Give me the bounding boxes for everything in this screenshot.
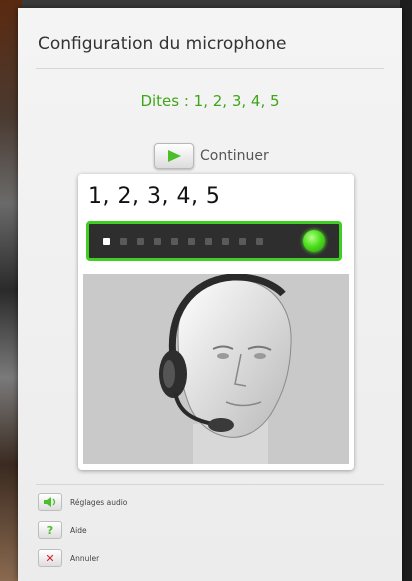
question-icon: ? [38,521,62,539]
meter-segment [171,238,178,245]
continue-button[interactable]: Continuer [154,143,269,169]
cancel-label: Annuler [70,553,100,563]
help-link[interactable]: ? Aide [38,521,87,539]
audio-level-meter [86,221,342,261]
instruction-prompt: Dites : 1, 2, 3, 4, 5 [140,92,280,110]
meter-segments [103,238,263,245]
footer-divider [36,484,384,485]
meter-segment [205,238,212,245]
headset-illustration [83,273,349,464]
meter-segment [239,238,246,245]
microphone-setup-dialog: Configuration du microphone Dites : 1, 2… [18,8,402,581]
audio-settings-link[interactable]: Réglages audio [38,493,127,511]
meter-segment [154,238,161,245]
audio-settings-label: Réglages audio [70,497,128,507]
level-indicator-led [303,230,325,252]
meter-segment [256,238,263,245]
play-icon [154,143,194,169]
phrase-text: 1, 2, 3, 4, 5 [88,184,221,209]
help-label: Aide [70,525,87,535]
dialog-title: Configuration du microphone [38,34,287,54]
cancel-link[interactable]: ✕ Annuler [38,549,99,567]
headset-person-icon [159,273,292,464]
meter-segment [188,238,195,245]
speech-card: 1, 2, 3, 4, 5 [78,174,354,470]
title-divider [36,68,384,69]
meter-segment [137,238,144,245]
close-icon: ✕ [38,549,62,567]
meter-segment [222,238,229,245]
speaker-icon [38,493,62,511]
continue-label: Continuer [200,148,269,164]
meter-segment [120,238,127,245]
meter-segment [103,238,110,245]
